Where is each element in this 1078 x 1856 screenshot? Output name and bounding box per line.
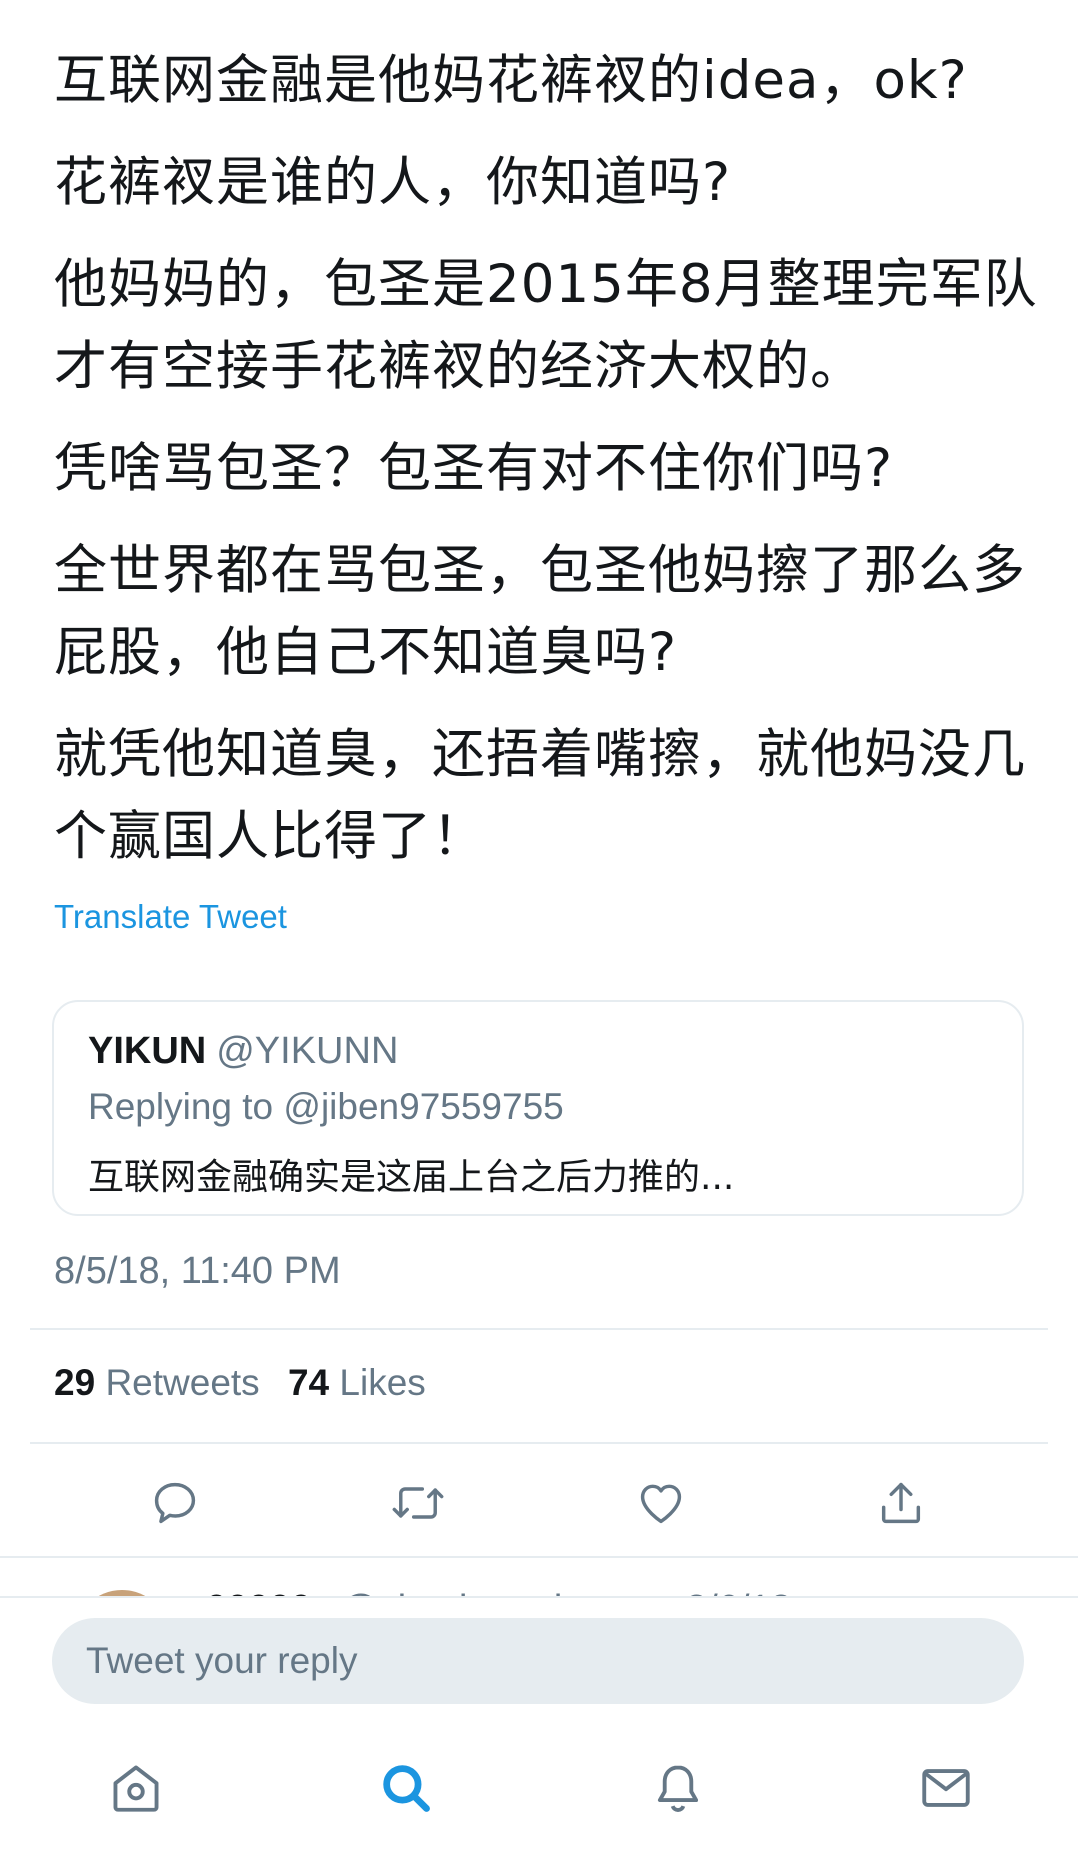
reply-composer	[0, 1596, 1078, 1718]
divider	[30, 1328, 1048, 1330]
likes-count[interactable]: 74	[288, 1362, 329, 1403]
messages-icon[interactable]	[906, 1748, 986, 1828]
quoted-tweet-card[interactable]: YIKUN @YIKUNN Replying to @jiben97559755 …	[52, 1000, 1024, 1216]
home-icon[interactable]	[96, 1748, 176, 1828]
share-icon[interactable]	[866, 1468, 936, 1538]
retweets-label[interactable]: Retweets	[105, 1362, 259, 1403]
retweets-count[interactable]: 29	[54, 1362, 95, 1403]
divider	[30, 1442, 1048, 1444]
tweet-paragraph: 花裤衩是谁的人，你知道吗?	[54, 152, 732, 213]
quoted-tweet-header: YIKUN @YIKUNN	[88, 1030, 398, 1073]
tweet-timestamp: 8/5/18, 11:40 PM	[54, 1250, 341, 1292]
divider	[0, 1556, 1078, 1558]
tweet-paragraph: 全世界都在骂包圣，包圣他妈擦了那么多屁股，他自己不知道臭吗?	[54, 540, 1026, 683]
notifications-icon[interactable]	[638, 1748, 718, 1828]
tweet-paragraph: 凭啥骂包圣？包圣有对不住你们吗?	[54, 438, 894, 499]
tweet-paragraph: 就凭他知道臭，还捂着嘴擦，就他妈没几个赢国人比得了！	[54, 724, 1026, 867]
tweet-actions	[0, 1468, 1078, 1538]
search-icon[interactable]	[366, 1748, 446, 1828]
quoted-author-name: YIKUN	[88, 1030, 207, 1072]
likes-label[interactable]: Likes	[339, 1362, 425, 1403]
heart-icon[interactable]	[626, 1468, 696, 1538]
tweet-paragraph: 他妈妈的，包圣是2015年8月整理完军队才有空接手花裤衩的经济大权的。	[54, 254, 1038, 397]
translate-tweet-link[interactable]: Translate Tweet	[54, 898, 287, 936]
quoted-tweet-text: 互联网金融确实是这届上台之后力推的...	[88, 1157, 735, 1198]
reply-icon[interactable]	[140, 1468, 210, 1538]
quoted-replying-to: Replying to @jiben97559755	[88, 1086, 564, 1127]
bottom-nav	[0, 1722, 1078, 1856]
tweet-stats: 29 Retweets 74 Likes	[54, 1362, 426, 1404]
retweet-icon[interactable]	[383, 1468, 453, 1538]
tweet-body: 互联网金融是他妈花裤衩的idea，ok? 花裤衩是谁的人，你知道吗? 他妈妈的，…	[54, 40, 1044, 898]
tweet-paragraph: 互联网金融是他妈花裤衩的idea，ok?	[54, 50, 968, 111]
reply-input[interactable]	[52, 1618, 1024, 1704]
quoted-author-handle: @YIKUNN	[216, 1030, 399, 1072]
